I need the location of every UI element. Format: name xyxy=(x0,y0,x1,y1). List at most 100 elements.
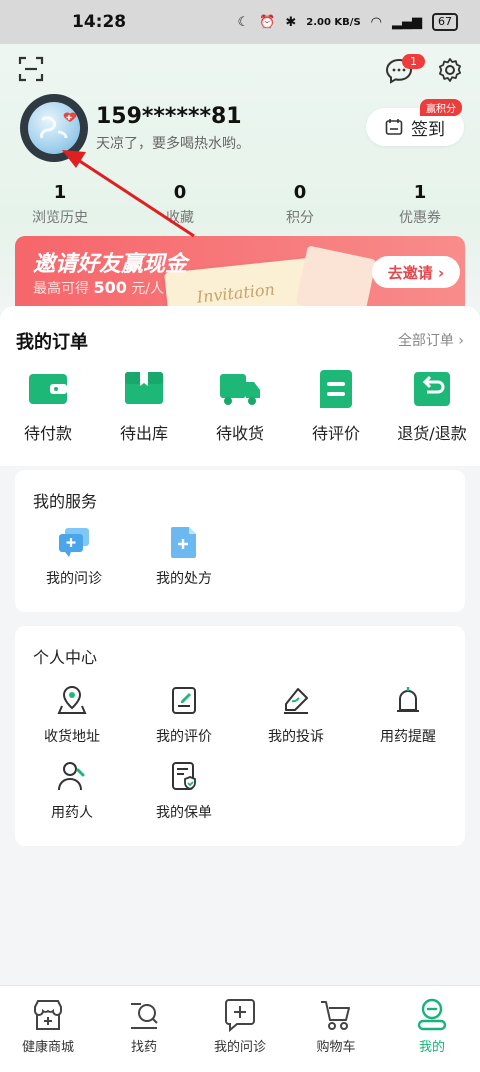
stat-value: 0 xyxy=(173,182,187,203)
services-card: 我的服务 我的问诊 我的处方 xyxy=(15,470,465,612)
tab-store[interactable]: 健康商城 xyxy=(0,986,96,1072)
alarm-icon: ⏰ xyxy=(259,14,276,30)
personal-complaints[interactable]: 我的投诉 xyxy=(241,684,351,746)
services-title: 我的服务 xyxy=(33,492,98,511)
banner-sub-suffix: 元/人 xyxy=(131,281,165,297)
settings-icon[interactable] xyxy=(437,57,463,83)
stat-coupons[interactable]: 1 优惠券 xyxy=(360,182,480,227)
status-icons: ☾ ⏰ ✱ 2.00 KB/S ◠ ▂▄▆ 67 xyxy=(238,13,458,31)
stat-favorites[interactable]: 0 收藏 xyxy=(120,182,240,227)
personal-title: 个人中心 xyxy=(33,648,98,667)
personal-address[interactable]: 收货地址 xyxy=(17,684,127,746)
banner-sub-prefix: 最高可得 xyxy=(33,281,89,297)
tab-label: 我的问诊 xyxy=(213,1040,266,1055)
order-pending-review[interactable]: 待评价 xyxy=(288,368,384,444)
policy-icon xyxy=(172,762,196,790)
globe-avatar-icon xyxy=(28,102,80,154)
stat-value: 0 xyxy=(293,182,307,203)
tab-me[interactable]: 我的 xyxy=(384,986,480,1072)
moon-icon: ☾ xyxy=(237,14,250,30)
personal-label: 我的评价 xyxy=(156,729,212,745)
personal-label: 收货地址 xyxy=(44,729,100,745)
battery-icon: 67 xyxy=(432,13,458,31)
personal-medication-reminder[interactable]: 用药提醒 xyxy=(353,684,463,746)
calendar-icon xyxy=(385,119,403,135)
avatar[interactable] xyxy=(20,94,88,162)
tab-find-drug[interactable]: 找药 xyxy=(96,986,192,1072)
person-icon xyxy=(58,762,85,791)
order-pending-shipment[interactable]: 待出库 xyxy=(96,368,192,444)
personal-label: 用药提醒 xyxy=(380,729,436,745)
status-time: 14:28 xyxy=(72,12,127,32)
stats-row: 1 浏览历史 0 收藏 0 积分 1 优惠券 xyxy=(0,182,480,227)
tab-consult[interactable]: 我的问诊 xyxy=(192,986,288,1072)
location-icon xyxy=(57,685,87,714)
checkin-label: 签到 xyxy=(411,119,445,140)
banner-amount: 500 xyxy=(93,278,127,297)
banner-title: 邀请好友赢现金 xyxy=(33,252,188,277)
order-status-row: 待付款 待出库 待收货 待评价 退货/退款 xyxy=(0,368,480,444)
order-pending-receipt[interactable]: 待收货 xyxy=(192,368,288,444)
orders-title: 我的订单 xyxy=(16,332,88,353)
stat-label: 积分 xyxy=(286,210,314,226)
service-label: 我的问诊 xyxy=(46,571,102,587)
scan-icon[interactable] xyxy=(18,56,44,82)
package-icon xyxy=(125,372,163,404)
wifi-icon: ◠ xyxy=(370,14,382,30)
invite-banner[interactable]: Invitation 邀请好友赢现金 最高可得 500 元/人 去邀请 › xyxy=(15,236,465,316)
banner-subtitle: 最高可得 500 元/人 xyxy=(33,278,164,298)
stat-points[interactable]: 0 积分 xyxy=(240,182,360,227)
orders-section: 我的订单 全部订单 › 待付款 待出库 待收货 待评价 退货/退款 xyxy=(0,306,480,466)
ticket-text: Invitation xyxy=(195,279,276,307)
tab-label: 找药 xyxy=(130,1040,157,1055)
personal-reviews[interactable]: 我的评价 xyxy=(129,684,239,746)
checkin-badge: 赢积分 xyxy=(420,99,462,116)
truck-icon xyxy=(220,374,260,405)
bottom-tab-bar: 健康商城 找药 我的问诊 购物车 我的 xyxy=(0,985,480,1072)
personal-label: 我的保单 xyxy=(156,805,212,821)
personal-label: 用药人 xyxy=(51,805,93,821)
stat-history[interactable]: 1 浏览历史 xyxy=(0,182,120,227)
search-drug-icon xyxy=(131,1003,158,1029)
order-label: 待出库 xyxy=(119,424,168,443)
wallet-icon xyxy=(29,374,67,404)
order-label: 退货/退款 xyxy=(397,424,467,443)
personal-label: 我的投诉 xyxy=(268,729,324,745)
message-badge: 1 xyxy=(402,54,425,69)
stat-label: 优惠券 xyxy=(399,210,441,226)
all-orders-link[interactable]: 全部订单 › xyxy=(398,330,464,350)
profile-icon xyxy=(417,998,447,1031)
review-icon xyxy=(320,370,352,408)
prescription-icon xyxy=(171,527,196,558)
chat-plus-icon xyxy=(225,999,255,1032)
tab-label: 我的 xyxy=(418,1040,445,1055)
refund-icon xyxy=(414,372,450,406)
user-motto: 天凉了，要多喝热水哟。 xyxy=(96,136,250,152)
tab-cart[interactable]: 购物车 xyxy=(288,986,384,1072)
invite-button[interactable]: 去邀请 › xyxy=(372,256,460,288)
stat-label: 浏览历史 xyxy=(32,210,88,226)
order-label: 待评价 xyxy=(311,424,360,443)
personal-patients[interactable]: 用药人 xyxy=(17,760,127,822)
network-speed: 2.00 KB/S xyxy=(306,16,361,28)
status-bar: 14:28 ☾ ⏰ ✱ 2.00 KB/S ◠ ▂▄▆ 67 xyxy=(0,0,480,44)
personal-policies[interactable]: 我的保单 xyxy=(129,760,239,822)
order-label: 待付款 xyxy=(23,424,72,443)
service-prescription[interactable]: 我的处方 xyxy=(129,526,239,588)
signal-icon: ▂▄▆ xyxy=(392,14,422,30)
username[interactable]: 159******81 xyxy=(96,104,242,129)
consult-icon xyxy=(59,528,89,557)
order-pending-payment[interactable]: 待付款 xyxy=(0,368,96,444)
bell-icon xyxy=(397,687,419,712)
stat-label: 收藏 xyxy=(166,210,194,226)
service-consultation[interactable]: 我的问诊 xyxy=(19,526,129,588)
stat-value: 1 xyxy=(413,182,427,203)
store-icon xyxy=(34,1000,62,1030)
cart-icon xyxy=(321,1001,350,1030)
bluetooth-icon: ✱ xyxy=(285,14,297,30)
edit-icon xyxy=(172,687,196,714)
stat-value: 1 xyxy=(53,182,67,203)
order-refund[interactable]: 退货/退款 xyxy=(384,368,480,444)
tab-label: 健康商城 xyxy=(21,1040,74,1055)
order-label: 待收货 xyxy=(215,424,264,443)
